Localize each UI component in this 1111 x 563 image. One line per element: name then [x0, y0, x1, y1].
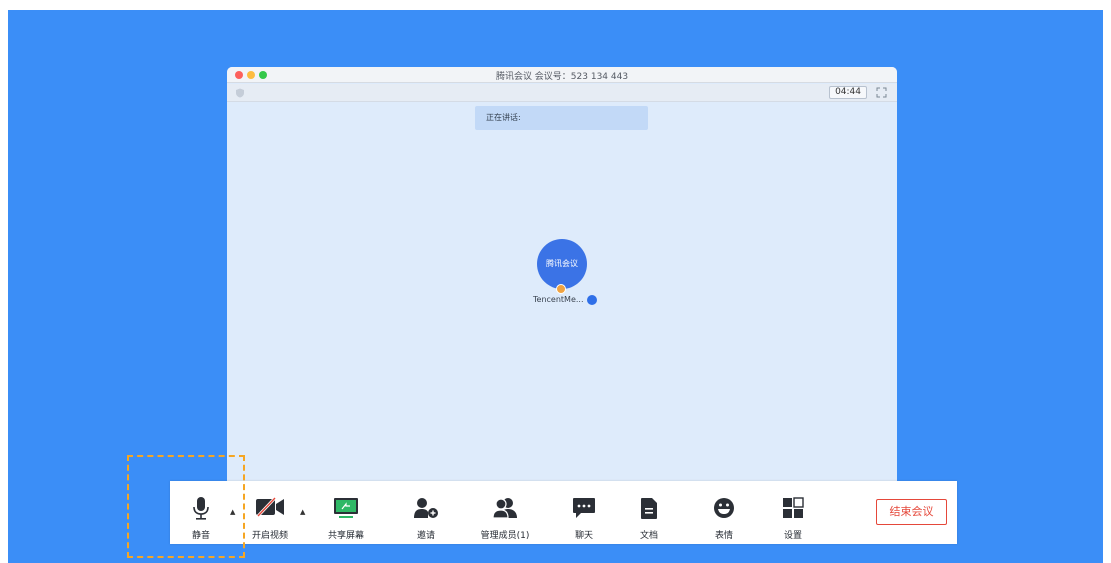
- settings-button[interactable]: 设置: [773, 481, 813, 544]
- video-options-caret-icon[interactable]: ▲: [300, 508, 305, 516]
- fullscreen-icon[interactable]: [876, 87, 887, 98]
- share-screen-button[interactable]: 共享屏幕: [316, 481, 376, 544]
- meeting-timer: 04:44: [829, 86, 867, 99]
- shield-icon[interactable]: [235, 88, 245, 98]
- meeting-window: 腾讯会议 会议号：523 134 443 04:44 正在讲话: 腾讯会议 Te…: [227, 67, 897, 481]
- manage-members-label: 管理成员(1): [480, 531, 530, 541]
- share-screen-label: 共享屏幕: [327, 531, 364, 541]
- highlight-box: [127, 455, 245, 558]
- settings-grid-icon: [783, 497, 804, 518]
- avatar: 腾讯会议: [537, 239, 587, 289]
- documents-button[interactable]: 文档: [629, 481, 669, 544]
- emoji-label: 表情: [714, 531, 733, 541]
- chat-icon: [573, 498, 595, 518]
- invite-button[interactable]: 邀请: [404, 481, 448, 544]
- emoji-button[interactable]: 表情: [704, 481, 744, 544]
- start-video-button[interactable]: 开启视频: [242, 481, 298, 544]
- meeting-toolbar: 静音 ▲ 开启视频 ▲ 共享屏幕 邀请 管理成员(1) 聊天 文档 表情 设置 …: [170, 481, 957, 544]
- manage-members-button[interactable]: 管理成员(1): [470, 481, 540, 544]
- start-video-label: 开启视频: [251, 531, 288, 541]
- documents-label: 文档: [639, 531, 658, 541]
- share-screen-icon: [334, 498, 358, 518]
- chat-button[interactable]: 聊天: [564, 481, 604, 544]
- participant-name: TencentMe...: [533, 295, 584, 304]
- speaking-indicator: 正在讲话:: [475, 106, 648, 130]
- add-user-icon: [414, 498, 438, 518]
- meeting-info-strip: 04:44: [227, 84, 897, 102]
- mic-status-icon: [587, 295, 597, 305]
- chat-label: 聊天: [574, 531, 593, 541]
- settings-label: 设置: [783, 531, 802, 541]
- members-icon: [492, 498, 517, 519]
- video-off-icon: [256, 497, 284, 517]
- invite-label: 邀请: [416, 531, 435, 541]
- end-meeting-button[interactable]: 结束会议: [876, 499, 947, 525]
- host-icon: [556, 284, 566, 294]
- emoji-icon: [714, 498, 734, 518]
- window-title: 腾讯会议 会议号：523 134 443: [495, 72, 629, 82]
- title-bar: 腾讯会议 会议号：523 134 443: [227, 67, 897, 83]
- document-icon: [641, 498, 657, 519]
